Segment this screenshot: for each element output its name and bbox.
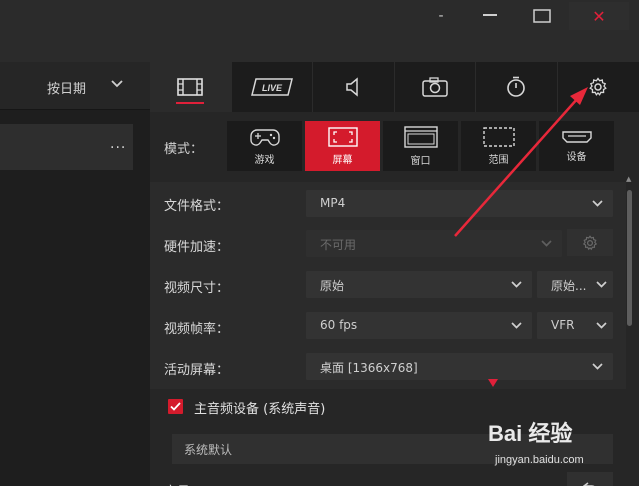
main-audio-checkbox[interactable] [168, 399, 183, 414]
mode-device-label: 设备 [566, 151, 587, 163]
mode-window-label: 窗口 [410, 155, 431, 167]
mode-label: 模式： [164, 142, 204, 157]
maximize-button[interactable] [524, 2, 560, 30]
hw-accel-dropdown: 不可用 [306, 230, 562, 257]
left-panel: 按日期 ... [0, 62, 150, 486]
video-settings-block: 文件格式： MP4 硬件加速： 不可用 视频尺寸： 原始 原始... 视频帧率：… [150, 182, 626, 389]
video-size-secondary-dropdown[interactable]: 原始... [537, 271, 613, 298]
sort-header: 按日期 [0, 62, 150, 110]
gear-icon [589, 77, 608, 96]
film-icon [177, 78, 204, 96]
video-size-value: 原始 [320, 279, 345, 293]
watermark-brand: Bai 经验 [488, 421, 573, 446]
mode-region-button[interactable]: 范围 [461, 121, 536, 171]
restore-button[interactable] [472, 2, 508, 30]
hw-accel-value: 不可用 [320, 238, 357, 252]
hdmi-icon [561, 130, 592, 143]
active-screen-label: 活动屏幕： [164, 363, 230, 378]
stopwatch-icon [507, 76, 526, 97]
mode-game-label: 游戏 [254, 154, 275, 166]
chevron-down-icon [511, 322, 522, 329]
tab-settings[interactable] [558, 62, 639, 112]
fullscreen-icon [327, 126, 358, 147]
svg-text:LIVE: LIVE [262, 83, 283, 93]
frame-rate-mode-dropdown[interactable]: VFR [537, 312, 613, 339]
active-screen-value: 桌面 [1366x768] [320, 361, 418, 375]
region-icon [482, 126, 515, 147]
red-marker-icon [488, 379, 498, 387]
tab-audio[interactable] [313, 62, 395, 112]
chevron-down-icon [596, 322, 607, 329]
camera-icon [422, 77, 448, 97]
hw-accel-label: 硬件加速： [164, 240, 230, 255]
list-item[interactable]: ... [0, 124, 133, 170]
title-bar: - ✕ [0, 0, 639, 62]
mode-game-button[interactable]: 游戏 [227, 121, 302, 171]
file-format-value: MP4 [320, 196, 346, 210]
more-icon[interactable]: ... [110, 136, 126, 152]
gamepad-icon [249, 128, 280, 146]
mode-screen-button[interactable]: 屏幕 [305, 121, 380, 171]
frame-rate-mode-value: VFR [551, 318, 575, 332]
mode-screen-label: 屏幕 [332, 154, 353, 166]
frame-rate-label: 视频帧率： [164, 322, 230, 337]
maximize-icon [533, 9, 551, 23]
gear-icon [582, 234, 598, 250]
tab-video[interactable] [150, 62, 232, 112]
video-size-dropdown[interactable]: 原始 [306, 271, 532, 298]
tab-bar: LIVE [150, 62, 639, 112]
baidu-watermark: Bai 经验 jingyan.baidu.com [488, 416, 638, 486]
chevron-down-icon [596, 281, 607, 288]
tab-timer[interactable] [476, 62, 558, 112]
video-size-label: 视频尺寸： [164, 281, 230, 296]
chevron-down-icon [592, 363, 603, 370]
hw-accel-settings-button [567, 229, 613, 256]
file-format-label: 文件格式： [164, 199, 230, 214]
mode-device-button[interactable]: 设备 [539, 121, 614, 171]
active-tab-indicator [176, 102, 204, 104]
file-format-dropdown[interactable]: MP4 [306, 190, 613, 217]
speaker-icon [346, 77, 358, 97]
watermark-url: jingyan.baidu.com [495, 454, 584, 466]
tab-screenshot[interactable] [395, 62, 476, 112]
chevron-down-icon [592, 200, 603, 207]
restore-icon [483, 14, 497, 16]
volume-label: 音量 [164, 481, 190, 486]
live-icon: LIVE [250, 78, 293, 96]
scrollbar-thumb[interactable] [627, 190, 632, 326]
scroll-up-arrow-icon[interactable]: ▲ [626, 175, 631, 183]
video-size-secondary-value: 原始... [551, 279, 587, 293]
active-screen-dropdown[interactable]: 桌面 [1366x768] [306, 353, 613, 380]
chevron-down-icon[interactable] [111, 79, 123, 89]
tab-live[interactable]: LIVE [232, 62, 313, 112]
mode-window-button[interactable]: 窗口 [383, 121, 458, 171]
minimize-button[interactable]: - [426, 2, 456, 30]
chevron-down-icon [511, 281, 522, 288]
mode-region-label: 范围 [488, 154, 509, 166]
sort-dropdown-label[interactable]: 按日期 [47, 78, 86, 97]
checkmark-icon [170, 402, 181, 411]
frame-rate-value: 60 fps [320, 318, 358, 332]
close-button[interactable]: ✕ [569, 2, 629, 30]
minimize-icon: - [438, 8, 444, 24]
window-icon [403, 125, 438, 148]
chevron-down-icon [541, 240, 552, 247]
close-icon: ✕ [592, 6, 606, 26]
audio-device-value: 系统默认 [184, 443, 233, 457]
frame-rate-dropdown[interactable]: 60 fps [306, 312, 532, 339]
main-audio-label: 主音频设备 (系统声音) [194, 402, 326, 417]
